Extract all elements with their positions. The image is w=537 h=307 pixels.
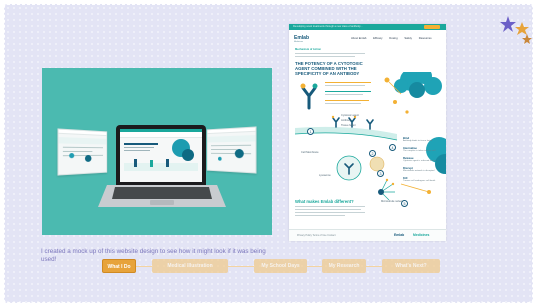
step-number: 1: [307, 128, 314, 135]
poster-footer-links: Privacy Policy Terms of Use Contact: [297, 234, 336, 237]
laptop-keyboard: [112, 187, 212, 199]
tab-what-i-do[interactable]: What I Do: [102, 259, 136, 273]
poster-footer-brand: Medicines: [413, 233, 430, 237]
nav-connector: [136, 266, 152, 267]
tab-my-school-days[interactable]: My School Days: [254, 259, 307, 273]
poster-logo: Emlab Medicines: [294, 35, 309, 43]
poster-nav-item: Safety: [404, 37, 413, 40]
tab-my-research[interactable]: My Research: [322, 259, 366, 273]
laptop-screen: [116, 125, 206, 185]
poster-topbar: Developing novel treatments through a ne…: [289, 24, 446, 30]
mockup-page-left: [57, 128, 108, 176]
poster-text-line: [295, 206, 365, 207]
tab-medical-illustration[interactable]: Medical Illustration: [152, 259, 228, 273]
poster-section-label: Mechanism of Action: [295, 48, 321, 51]
step-number: 5: [401, 200, 408, 207]
poster-topbar-text: Developing novel treatments through a ne…: [293, 25, 363, 28]
label-cell-membrane: Cell Membrane: [301, 151, 319, 154]
poster-nav-item: About Emlab: [351, 37, 367, 40]
poster-nav-item: Dosing: [389, 37, 398, 40]
poster-nav-item: Resources: [418, 37, 432, 40]
label-lysosome: Lysosome: [319, 174, 331, 177]
legend-text: The complex is taken into the cell: [403, 150, 436, 152]
stars-icon: [500, 16, 532, 44]
portfolio-slide: I created a mock up of this website desi…: [4, 4, 533, 303]
step-number: 4: [389, 144, 396, 151]
nav-connector: [228, 266, 254, 267]
nav-connector: [366, 266, 382, 267]
label-tissue-factor: Tissue factor: [341, 124, 356, 127]
poster-nav-item: Efficacy: [373, 37, 383, 40]
poster-subheadline: What makes Emlab different?: [295, 199, 354, 204]
poster-footer-brand: Emlab: [394, 233, 405, 237]
tab-whats-next[interactable]: What's Next?: [382, 259, 440, 273]
poster-text-line: [295, 53, 365, 54]
legend-text: Microtubule network is disrupted: [403, 170, 435, 172]
legend-text: Tumour cell undergoes cell death: [403, 180, 436, 182]
poster-nav: About Emlab Efficacy Dosing Safety Resou…: [351, 37, 438, 40]
poster-text-line: [295, 215, 345, 216]
legend-item: Release Cytotoxic agent is released insi…: [403, 156, 443, 163]
label-cytotoxic-agent: Cytotoxic agent: [341, 114, 359, 117]
poster-topbar-button: [424, 25, 440, 29]
step-number: 2: [369, 150, 376, 157]
section-nav: What I Do Medical Illustration My School…: [102, 259, 442, 273]
poster-logo-subtext: Medicines: [294, 41, 304, 43]
label-antibody: Antibody: [341, 119, 352, 122]
legend-item: Disrupt Microtubule network is disrupted: [403, 166, 443, 173]
step-number: 3: [377, 170, 384, 177]
nav-connector: [307, 266, 322, 267]
legend-item: Bind Antibody binds to tissue factor: [403, 136, 443, 143]
mockup-page-right: [206, 126, 257, 174]
poster-text-line: [295, 212, 365, 213]
legend-text: Cytotoxic agent is released inside: [403, 160, 436, 162]
legend-item: Internalise The complex is taken into th…: [403, 146, 443, 153]
legend-item: Kill Tumour cell undergoes cell death: [403, 176, 443, 183]
poster-text-line: [295, 56, 355, 57]
laptop-trackpad: [150, 200, 174, 205]
legend-text: Antibody binds to tissue factor: [403, 140, 433, 142]
laptop-mockup-image: [42, 68, 272, 235]
antibody-icon: [300, 83, 318, 110]
website-design-poster: Developing novel treatments through a ne…: [289, 24, 446, 241]
poster-footer: Privacy Policy Terms of Use Contact Emla…: [289, 229, 446, 241]
poster-text-line: [295, 209, 361, 210]
